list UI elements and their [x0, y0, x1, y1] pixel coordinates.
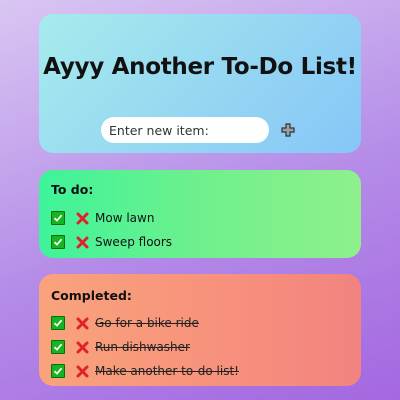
check-icon: [53, 319, 63, 327]
check-icon: [53, 238, 63, 246]
cross-icon: [76, 236, 88, 248]
cross-icon: [76, 212, 88, 224]
completed-card: Completed: Go for a bike ride Run dishwa…: [39, 274, 361, 386]
delete-button[interactable]: [75, 340, 89, 354]
cross-icon: [76, 365, 88, 377]
completed-item-text: Go for a bike ride: [95, 316, 199, 330]
completed-item: Make another to-do list!: [51, 359, 239, 383]
check-icon: [53, 367, 63, 375]
complete-button[interactable]: [51, 235, 65, 249]
add-item-button[interactable]: [281, 123, 295, 137]
complete-button[interactable]: [51, 211, 65, 225]
todo-item: Sweep floors: [51, 230, 172, 254]
new-item-input[interactable]: [101, 117, 269, 143]
completed-heading: Completed:: [51, 288, 132, 303]
completed-item-text: Run dishwasher: [95, 340, 190, 354]
todo-list: Mow lawn Sweep floors: [51, 206, 172, 254]
delete-button[interactable]: [75, 211, 89, 225]
check-icon: [53, 343, 63, 351]
delete-button[interactable]: [75, 364, 89, 378]
completed-list: Go for a bike ride Run dishwasher Make a…: [51, 311, 239, 383]
plus-icon: [281, 123, 295, 137]
completed-item: Go for a bike ride: [51, 311, 239, 335]
todo-item-text: Mow lawn: [95, 211, 155, 225]
check-icon: [53, 214, 63, 222]
delete-button[interactable]: [75, 316, 89, 330]
complete-button[interactable]: [51, 340, 65, 354]
cross-icon: [76, 317, 88, 329]
completed-item: Run dishwasher: [51, 335, 239, 359]
todo-card: To do: Mow lawn Sweep floors: [39, 170, 361, 258]
todo-item: Mow lawn: [51, 206, 172, 230]
complete-button[interactable]: [51, 364, 65, 378]
new-item-row: [101, 117, 295, 143]
delete-button[interactable]: [75, 235, 89, 249]
cross-icon: [76, 341, 88, 353]
complete-button[interactable]: [51, 316, 65, 330]
todo-item-text: Sweep floors: [95, 235, 173, 249]
todo-heading: To do:: [51, 182, 94, 197]
completed-item-text: Make another to-do list!: [95, 364, 239, 378]
page-title: Ayyy Another To-Do List!: [43, 54, 357, 80]
header-card: Ayyy Another To-Do List!: [39, 14, 361, 153]
